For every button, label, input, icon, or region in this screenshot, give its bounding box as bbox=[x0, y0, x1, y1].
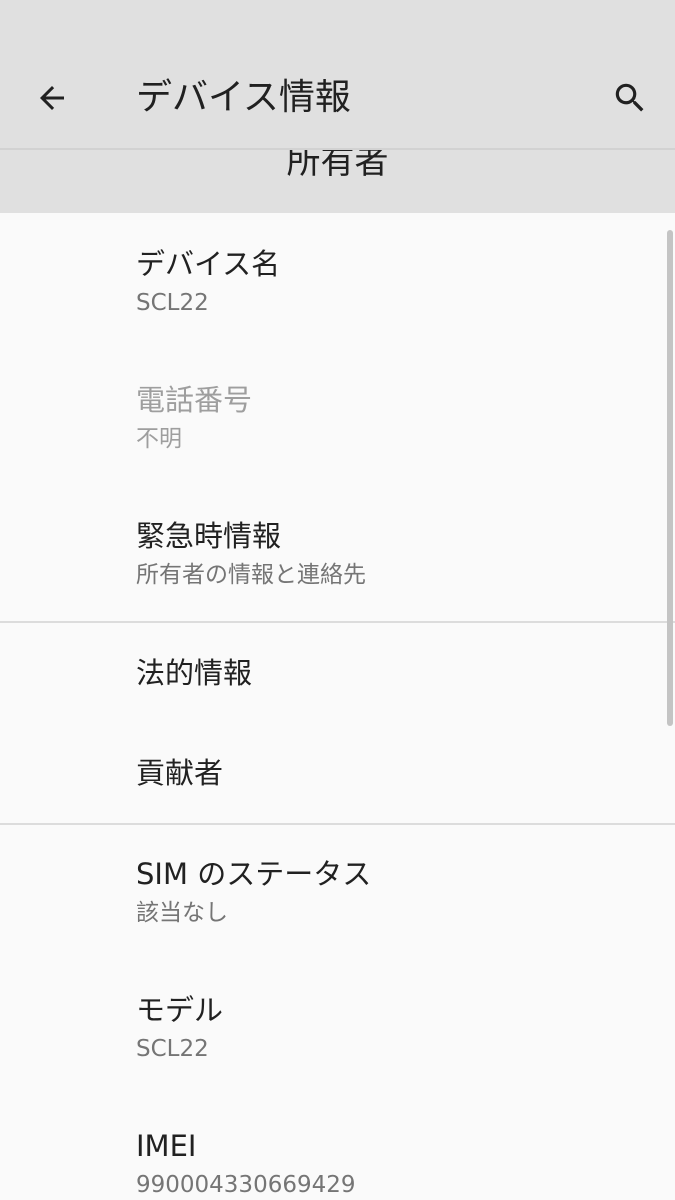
owner-banner: 所有者 bbox=[0, 150, 675, 213]
list-item-title: 法的情報 bbox=[136, 656, 253, 690]
list-item-title: 電話番号 bbox=[136, 383, 253, 417]
list-item-legal-info[interactable]: 法的情報 bbox=[0, 623, 665, 723]
scrollbar[interactable] bbox=[667, 230, 673, 726]
search-icon bbox=[615, 83, 644, 112]
list-item-phone-number: 電話番号 不明 bbox=[0, 349, 665, 485]
list-item-model[interactable]: モデル SCL22 bbox=[0, 961, 665, 1097]
search-button[interactable] bbox=[602, 70, 658, 126]
app-bar: デバイス情報 bbox=[0, 48, 675, 150]
list-item-summary: 不明 bbox=[136, 426, 182, 452]
list-item-imei[interactable]: IMEI 990004330669429 bbox=[0, 1097, 665, 1200]
list-item-summary: 990004330669429 bbox=[136, 1172, 356, 1198]
list-item-device-name[interactable]: デバイス名 SCL22 bbox=[0, 213, 665, 349]
status-bar-area bbox=[0, 0, 675, 48]
list-item-title: IMEI bbox=[136, 1129, 197, 1163]
list-item-contributors[interactable]: 貢献者 bbox=[0, 723, 665, 823]
arrow-back-icon bbox=[40, 86, 64, 110]
list-item-title: 貢献者 bbox=[136, 756, 224, 790]
list-item-summary: 該当なし bbox=[136, 900, 228, 926]
list-item-summary: 所有者の情報と連絡先 bbox=[136, 562, 366, 588]
list-item-title: モデル bbox=[136, 993, 224, 1027]
list-item-summary: SCL22 bbox=[136, 1036, 209, 1062]
list-item-sim-status[interactable]: SIM のステータス 該当なし bbox=[0, 825, 665, 961]
back-button[interactable] bbox=[24, 70, 80, 126]
page-title: デバイス情報 bbox=[136, 77, 351, 118]
list-item-title: デバイス名 bbox=[136, 247, 281, 281]
list-item-title: SIM のステータス bbox=[136, 857, 372, 891]
settings-list[interactable]: デバイス名 SCL22 電話番号 不明 緊急時情報 所有者の情報と連絡先 法的情… bbox=[0, 213, 675, 1200]
owner-banner-title: 所有者 bbox=[286, 150, 389, 182]
list-item-summary: SCL22 bbox=[136, 290, 209, 316]
list-item-title: 緊急時情報 bbox=[136, 519, 282, 553]
list-item-emergency-info[interactable]: 緊急時情報 所有者の情報と連絡先 bbox=[0, 485, 665, 621]
